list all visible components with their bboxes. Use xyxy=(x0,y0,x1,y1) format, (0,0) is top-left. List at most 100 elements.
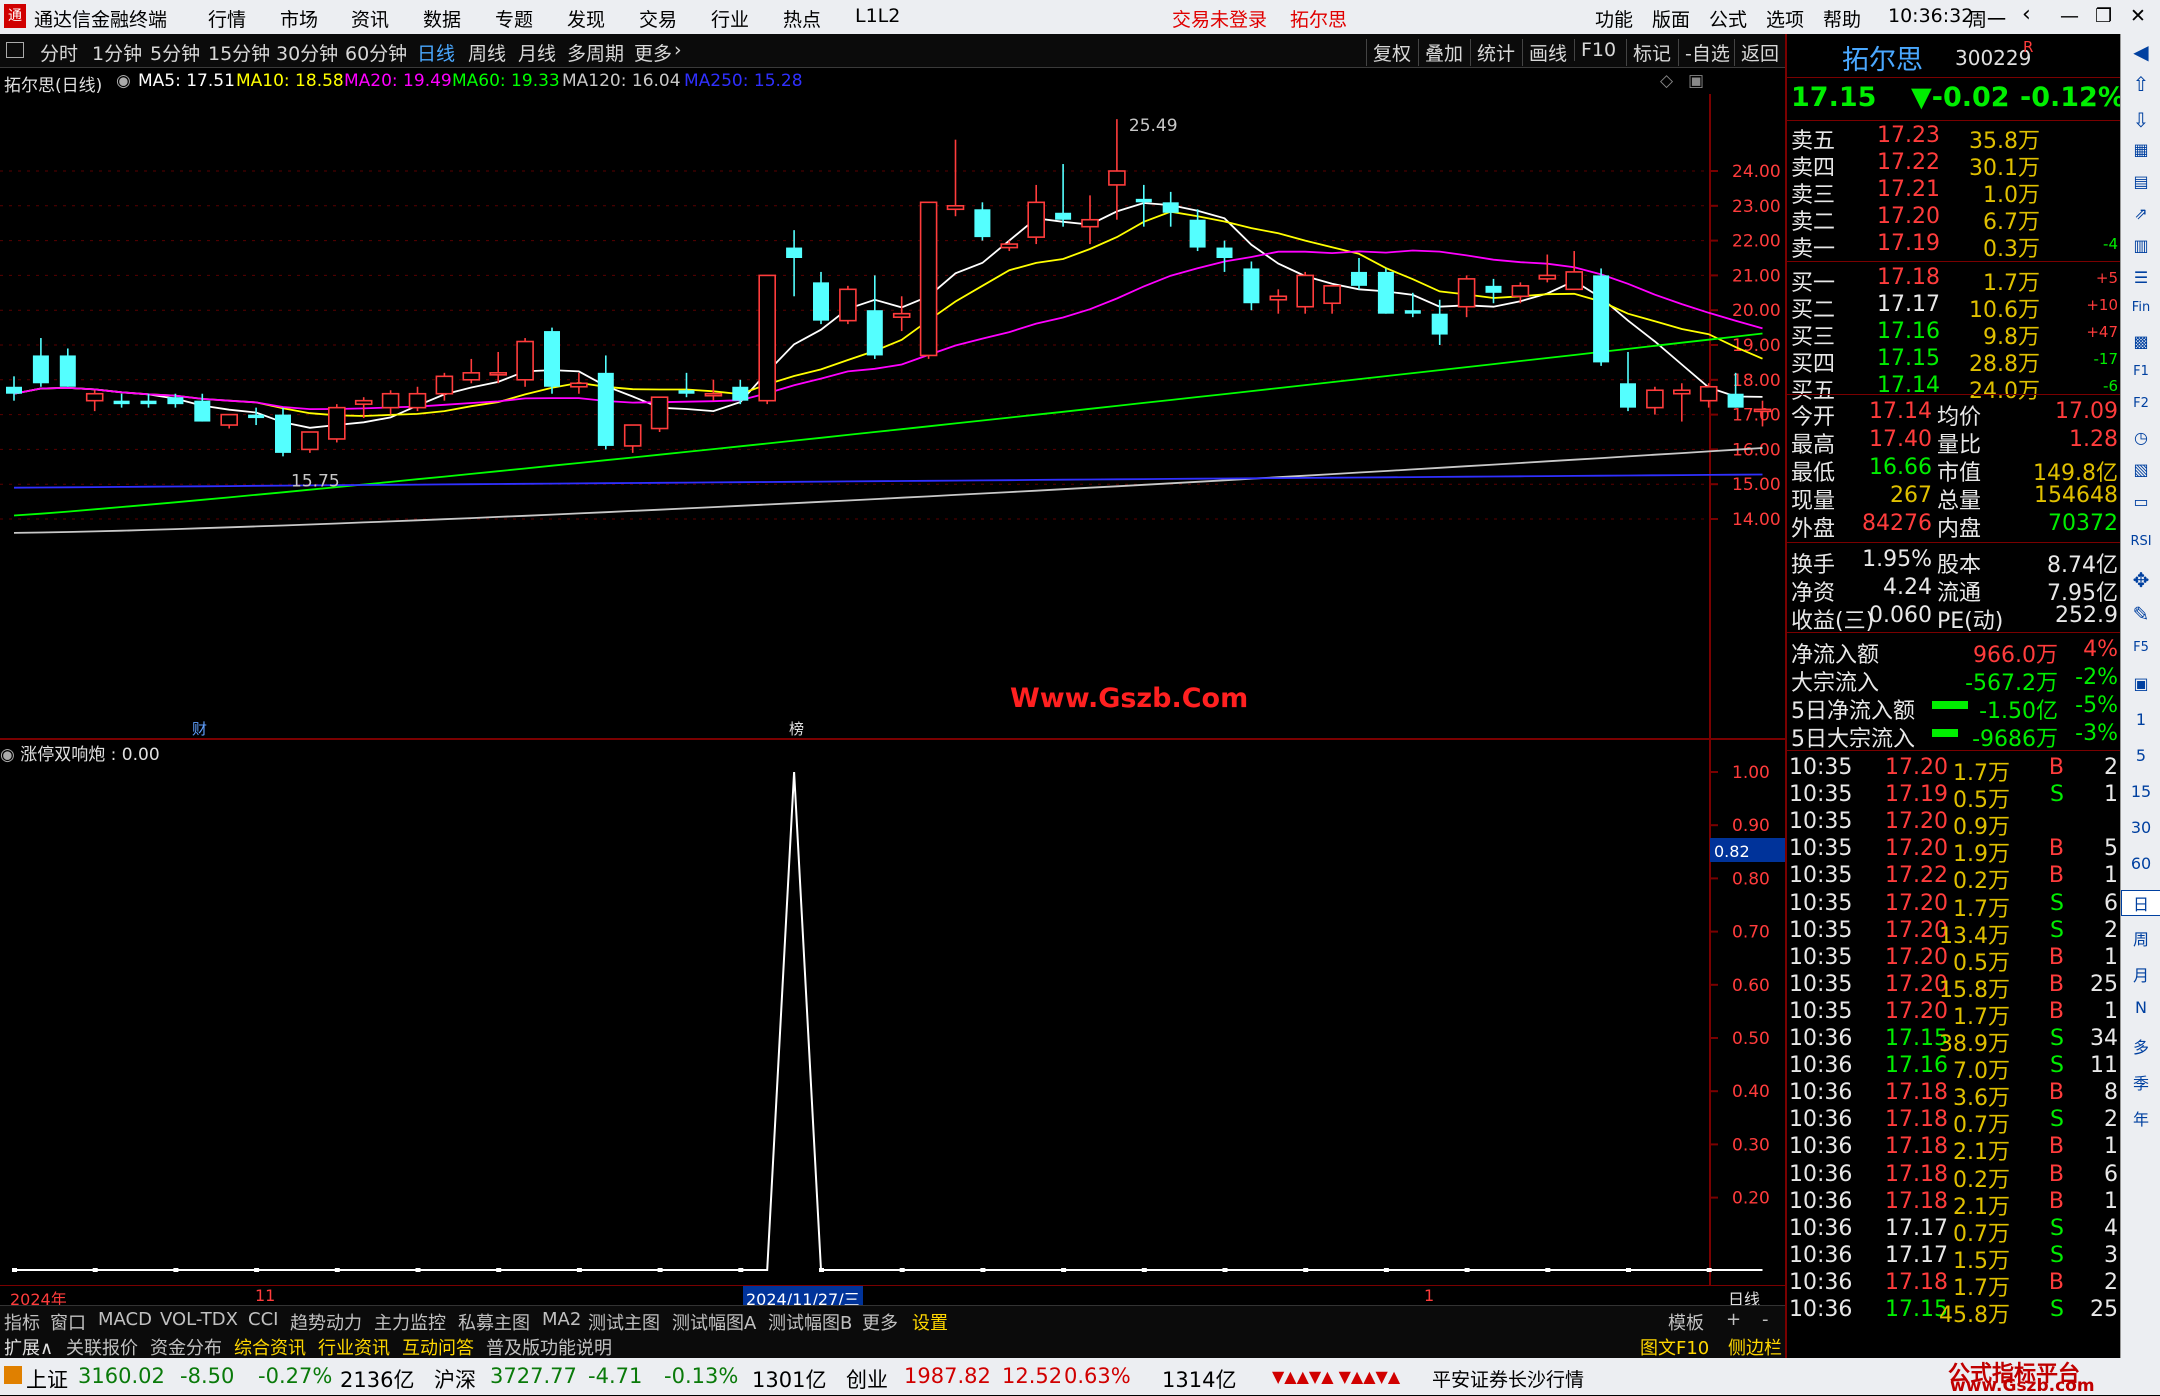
up-arrow-icon[interactable]: ⇧ xyxy=(2121,72,2160,96)
menu-zhuanti[interactable]: 专题 xyxy=(495,5,533,32)
period-30min[interactable]: 30分钟 xyxy=(276,39,338,66)
kline-icon[interactable]: ▥ xyxy=(2121,236,2160,255)
menu-faxian[interactable]: 发现 xyxy=(567,5,605,32)
window-icon[interactable]: ▣ xyxy=(2121,674,2160,693)
diamond-icon[interactable]: ◇ xyxy=(1660,71,1673,91)
tool-biaoji[interactable]: 标记 xyxy=(1626,39,1671,66)
tool-huaxian[interactable]: 画线 xyxy=(1522,39,1567,66)
tab-muban[interactable]: 模板 xyxy=(1668,1309,1704,1335)
tab-ceshi-futu-a[interactable]: 测试幅图A xyxy=(672,1309,756,1335)
tool-zixuan[interactable]: -自选 xyxy=(1678,39,1730,66)
side-week[interactable]: 周 xyxy=(2121,926,2160,950)
tool-fanhui[interactable]: 返回 xyxy=(1734,39,1779,66)
bars-icon[interactable]: ▧ xyxy=(2121,460,2160,479)
marker-cai[interactable]: 财 xyxy=(192,720,207,738)
tab-cci[interactable]: CCI xyxy=(248,1309,278,1330)
side-15[interactable]: 15 xyxy=(2121,782,2160,801)
collapse-icon[interactable]: ◀ xyxy=(2121,40,2160,64)
tab-ceshi-zhutu[interactable]: 测试主图 xyxy=(588,1309,660,1335)
tab-macd[interactable]: MACD xyxy=(98,1309,152,1330)
menu-zixun[interactable]: 资讯 xyxy=(351,5,389,32)
menu-l1l2[interactable]: L1L2 xyxy=(855,5,900,27)
kline-chart[interactable]: 24.0023.0022.0021.0020.0019.0018.0017.00… xyxy=(0,94,1785,740)
period-60min[interactable]: 60分钟 xyxy=(345,39,407,66)
menu-shichang[interactable]: 市场 xyxy=(280,5,318,32)
close-icon[interactable]: ✕ xyxy=(2130,5,2146,27)
tick-list[interactable]: 10:35 17.20 1.7万 B 2 10:35 17.19 0.5万 S 1 10:35 17.… xyxy=(1787,750,2122,1360)
indicator-chart[interactable]: 1.00 0.90 0.80 0.70 0.60 0.50 0.40 0.30 0.20 0.8… xyxy=(0,740,1785,1285)
layout-icon[interactable]: ▣ xyxy=(1688,71,1704,91)
grid-icon[interactable]: ▩ xyxy=(2121,332,2160,351)
period-more[interactable]: 更多 xyxy=(634,39,672,66)
chart-icon[interactable]: ▦ xyxy=(2121,140,2160,159)
tab-simu[interactable]: 私募主图 xyxy=(458,1309,530,1335)
menu-shuju[interactable]: 数据 xyxy=(423,5,461,32)
period-monthly[interactable]: 月线 xyxy=(518,39,556,66)
doc-icon[interactable]: ▭ xyxy=(2121,492,2160,511)
tool-fuquan[interactable]: 复权 xyxy=(1366,39,1411,66)
tab-qushi[interactable]: 趋势动力 xyxy=(290,1309,362,1335)
side-day[interactable]: 日 xyxy=(2121,890,2160,916)
menu-hangye[interactable]: 行业 xyxy=(711,5,749,32)
tab-hangye-zixun[interactable]: 行业资讯 xyxy=(318,1334,390,1360)
tab-chuangkou[interactable]: 窗口 xyxy=(50,1309,86,1335)
panel-icon[interactable] xyxy=(6,42,24,58)
tool-f10[interactable]: F10 xyxy=(1574,39,1616,61)
f5-icon[interactable]: F5 xyxy=(2121,640,2160,655)
zoom-out-button[interactable]: - xyxy=(1762,1309,1769,1330)
settings-icon[interactable]: ◉ xyxy=(116,71,131,91)
tab-zhibiao[interactable]: 指标 xyxy=(4,1309,40,1335)
tab-zonghe[interactable]: 综合资讯 xyxy=(234,1334,306,1360)
side-60[interactable]: 60 xyxy=(2121,854,2160,873)
login-status[interactable]: 交易未登录 xyxy=(1172,5,1267,32)
tab-ma2[interactable]: MA2 xyxy=(542,1309,581,1330)
period-fenshi[interactable]: 分时 xyxy=(40,39,78,66)
tab-hudong[interactable]: 互动问答 xyxy=(402,1334,474,1360)
restore-icon[interactable]: ❐ xyxy=(2095,5,2112,27)
status-icon[interactable] xyxy=(4,1366,22,1384)
trend-icon[interactable]: ⇗ xyxy=(2121,204,2160,223)
tab-guanlian[interactable]: 关联报价 xyxy=(66,1334,138,1360)
menu-bangzhu[interactable]: 帮助 xyxy=(1823,5,1861,32)
tab-gengduo[interactable]: 更多 xyxy=(862,1309,898,1335)
side-month[interactable]: 月 xyxy=(2121,962,2160,986)
menu-gongneng[interactable]: 功能 xyxy=(1595,5,1633,32)
move-icon[interactable]: ✥ xyxy=(2121,568,2160,592)
menu-banmian[interactable]: 版面 xyxy=(1652,5,1690,32)
period-1min[interactable]: 1分钟 xyxy=(92,39,142,66)
minimize-icon[interactable]: — xyxy=(2060,5,2079,27)
side-30[interactable]: 30 xyxy=(2121,818,2160,837)
menu-redian[interactable]: 热点 xyxy=(783,5,821,32)
tab-kuozhan[interactable]: 扩展∧ xyxy=(4,1334,53,1360)
period-daily[interactable]: 日线 xyxy=(417,39,455,66)
rsi-icon[interactable]: RSI xyxy=(2121,534,2160,549)
tab-tuwen-f10[interactable]: 图文F10 xyxy=(1640,1334,1709,1360)
marker-bang[interactable]: 榜 xyxy=(789,720,804,738)
chevron-right-icon[interactable]: › xyxy=(674,39,682,61)
menu-xuanxiang[interactable]: 选项 xyxy=(1766,5,1804,32)
tool-tongji[interactable]: 统计 xyxy=(1470,39,1515,66)
zoom-in-button[interactable]: + xyxy=(1726,1309,1741,1330)
menu-gongshi[interactable]: 公式 xyxy=(1709,5,1747,32)
table-icon[interactable]: ▤ xyxy=(2121,172,2160,191)
pen-icon[interactable]: ✎ xyxy=(2121,602,2160,626)
tab-zhuli[interactable]: 主力监控 xyxy=(374,1309,446,1335)
clock-icon[interactable]: ◷ xyxy=(2121,428,2160,447)
back-icon[interactable]: ‹ xyxy=(2022,2,2031,27)
f1-icon[interactable]: F1 xyxy=(2121,364,2160,379)
tab-ceshi-futu-b[interactable]: 测试幅图B xyxy=(768,1309,852,1335)
menu-hangqing[interactable]: 行情 xyxy=(208,5,246,32)
f2-icon[interactable]: F2 xyxy=(2121,396,2160,411)
side-5[interactable]: 5 xyxy=(2121,746,2160,765)
side-multi[interactable]: 多 xyxy=(2121,1034,2160,1058)
period-5min[interactable]: 5分钟 xyxy=(150,39,200,66)
side-year[interactable]: 年 xyxy=(2121,1106,2160,1130)
period-weekly[interactable]: 周线 xyxy=(468,39,506,66)
tab-zijin[interactable]: 资金分布 xyxy=(150,1334,222,1360)
menu-jiaoyi[interactable]: 交易 xyxy=(639,5,677,32)
down-arrow-icon[interactable]: ⇩ xyxy=(2121,108,2160,132)
tab-vol-tdx[interactable]: VOL-TDX xyxy=(160,1309,238,1330)
side-n[interactable]: N xyxy=(2121,998,2160,1017)
tab-shezhi[interactable]: 设置 xyxy=(912,1309,948,1335)
list-icon[interactable]: ☰ xyxy=(2121,268,2160,287)
